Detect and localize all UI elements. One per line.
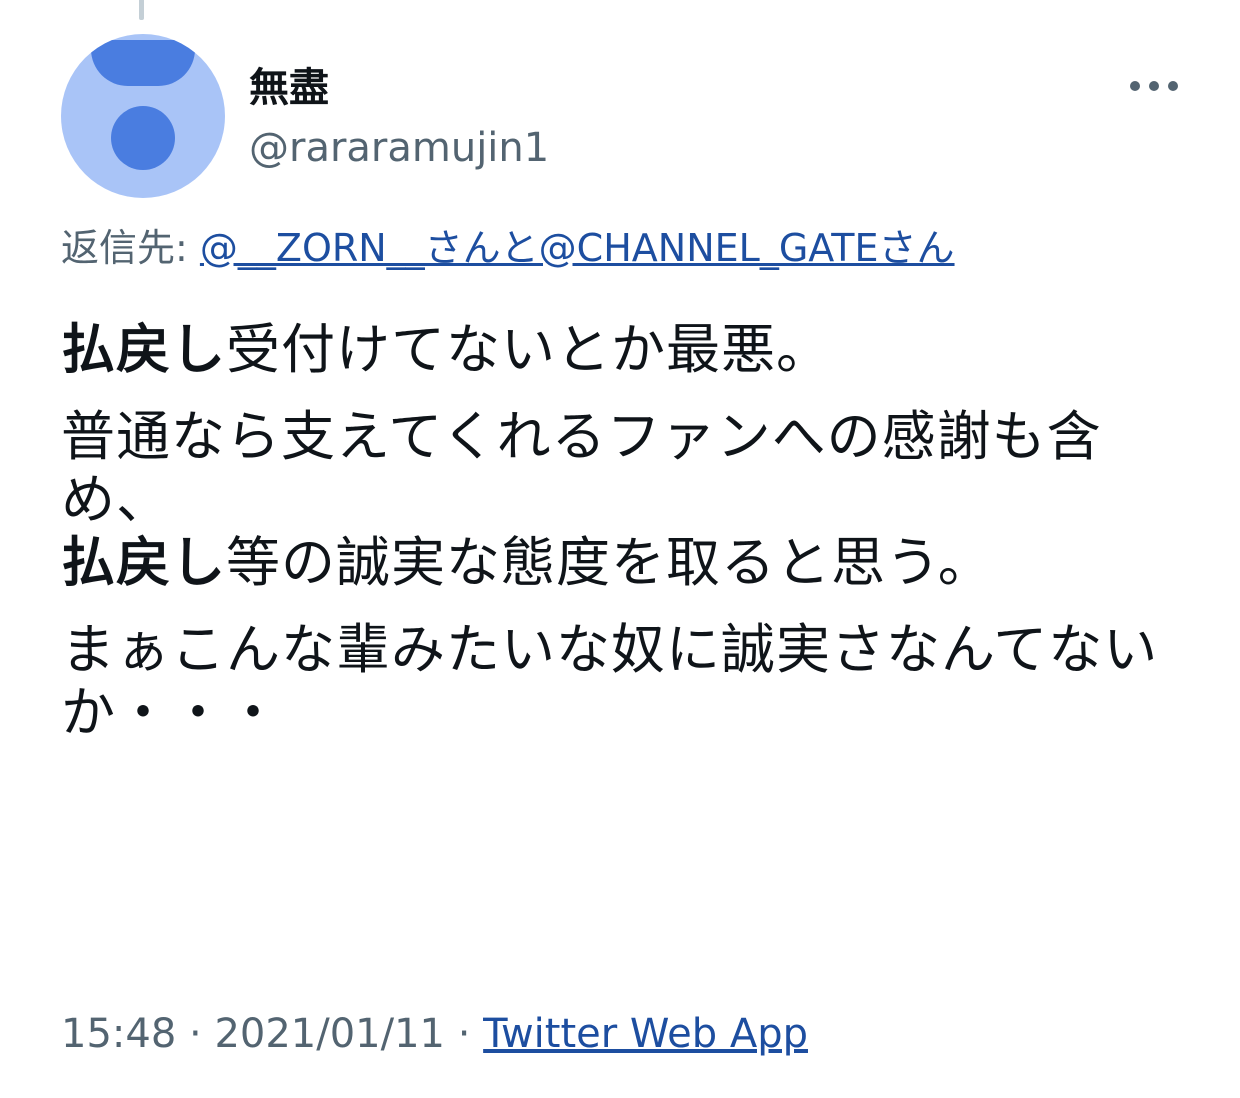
tweet-time[interactable]: 15:48 <box>61 1011 176 1057</box>
tweet-paragraph-1: 払戻し受付けてないとか最悪。 <box>61 318 1181 381</box>
reply-to-prefix: 返信先: <box>61 226 188 270</box>
dot-icon <box>1168 81 1178 91</box>
avatar[interactable] <box>61 34 225 198</box>
tweet-metadata: 15:48 · 2021/01/11 · Twitter Web App <box>61 1006 808 1062</box>
tweet-text: 払戻し受付けてないとか最悪。 普通なら支えてくれるファンへの感謝も含め、 払戻し等… <box>61 318 1181 744</box>
separator: · <box>444 1011 484 1057</box>
dot-icon <box>1149 81 1159 91</box>
thread-connector-line <box>139 0 144 20</box>
reply-to-line: 返信先: @__ZORN__さんと@CHANNEL_GATEさん <box>61 224 955 272</box>
tweet-text-span: 普通なら支えてくれるファンへの感謝も含め、 <box>61 405 1102 531</box>
display-name[interactable]: 無盡 <box>249 64 329 112</box>
tweet-text-span: 受付けてないとか最悪。 <box>226 318 831 381</box>
tweet-paragraph-3: まぁこんな輩みたいな奴に誠実さなんてないか・・・ <box>61 618 1159 744</box>
tweet-date[interactable]: 2021/01/11 <box>214 1011 445 1057</box>
separator: · <box>176 1011 215 1057</box>
dot-icon <box>1130 81 1140 91</box>
tweet-paragraph-2: 普通なら支えてくれるファンへの感謝も含め、 払戻し等の誠実な態度を取ると思う。 <box>61 405 1181 594</box>
avatar-shape-circle <box>111 106 175 170</box>
user-handle[interactable]: @rararamujin1 <box>249 124 549 172</box>
tweet-text-span: 等の誠実な態度を取ると思う。 <box>226 531 993 594</box>
tweet-source-link[interactable]: Twitter Web App <box>483 1011 808 1057</box>
reply-to-link[interactable]: @__ZORN__さんと@CHANNEL_GATEさん <box>200 226 955 270</box>
tweet-bold-text: 払戻し <box>61 318 226 381</box>
tweet-bold-text: 払戻し <box>61 531 226 594</box>
avatar-shape-top <box>91 40 195 86</box>
more-options-icon[interactable] <box>1130 78 1178 94</box>
